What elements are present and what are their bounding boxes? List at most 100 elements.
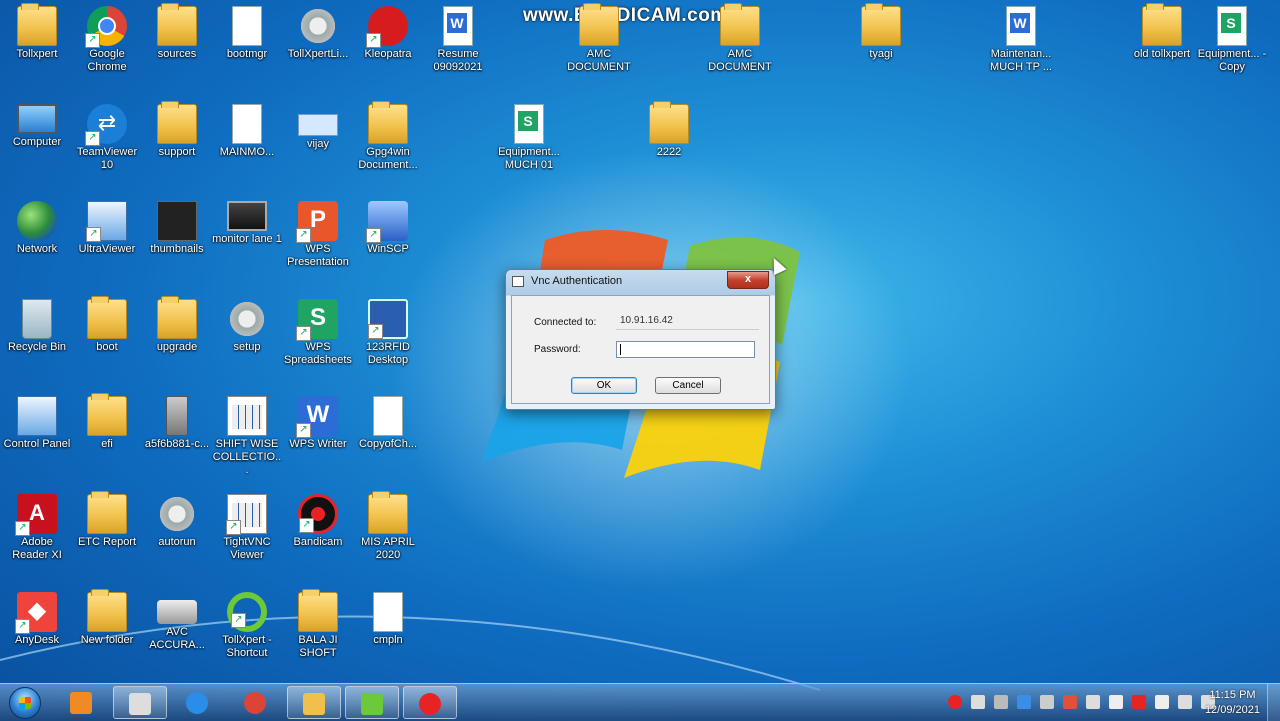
desktop-icon-new-folder[interactable]: New folder	[70, 586, 144, 678]
desktop-icon-upgrade[interactable]: upgrade	[140, 293, 214, 385]
folder-icon	[303, 693, 325, 715]
desktop-icon-label: BALA JI SHOFT	[298, 634, 338, 659]
desktop-icon-google-chrome[interactable]: Google Chrome	[70, 0, 144, 92]
desktop-icon-shift-wise[interactable]: SHIFT WISE COLLECTIO...	[210, 390, 284, 482]
show-desktop-button[interactable]	[1267, 684, 1280, 721]
folder-icon	[861, 3, 901, 46]
desktop-icon-bootmgr[interactable]: bootmgr	[210, 0, 284, 92]
desktop-icon-winscp[interactable]: WinSCP	[351, 195, 425, 287]
network-tray-icon[interactable]	[971, 695, 985, 709]
wps-p-icon	[296, 201, 338, 243]
desktop-icon-label: TollXpert - Shortcut	[222, 634, 272, 659]
tray-app-icon-3[interactable]	[1063, 695, 1077, 709]
doc-icon	[232, 6, 262, 46]
desktop-icon-label: WPS Presentation	[287, 243, 349, 268]
desktop-icon-computer[interactable]: Computer	[0, 98, 74, 190]
bandicam-tray-icon[interactable]	[1132, 695, 1146, 709]
doc-icon	[373, 592, 403, 632]
desktop-icon-copyofch[interactable]: CopyofCh...	[351, 390, 425, 482]
desktop-icon-anydesk[interactable]: AnyDesk	[0, 586, 74, 678]
desktop-icon-tollxpert[interactable]: Tollxpert	[0, 0, 74, 92]
desktop-icon-label: Network	[16, 243, 58, 255]
desktop-icon-label: AMC DOCUMENT	[708, 48, 772, 73]
mini-icon	[298, 114, 338, 136]
close-button[interactable]: x	[727, 271, 769, 289]
desktop-icon-a5f6b881[interactable]: a5f6b881-c...	[140, 390, 214, 482]
taskbar-button-bandicam[interactable]	[403, 686, 457, 719]
desktop-icon-etc-report[interactable]: ETC Report	[70, 488, 144, 580]
taskbar-button-tollxpert[interactable]	[345, 686, 399, 719]
desktop-icon-amc-document-2[interactable]: AMC DOCUMENT	[703, 0, 777, 92]
desktop-icon-label: Adobe Reader XI	[12, 536, 62, 561]
desktop-icon-folder-2222[interactable]: 2222	[632, 98, 706, 190]
monitor-tray-icon[interactable]	[1178, 695, 1192, 709]
docw-icon	[443, 6, 473, 46]
ok-button[interactable]: OK	[571, 377, 637, 394]
desktop-icon-tollxpert-shortcut[interactable]: TollXpert - Shortcut	[210, 586, 284, 678]
desktop-icon-mainmo[interactable]: MAINMO...	[210, 98, 284, 190]
vnc-app-icon	[512, 276, 524, 287]
desktop-icon-tyagi[interactable]: tyagi	[844, 0, 918, 92]
clock[interactable]: 11:15 PM 12/09/2021	[1205, 688, 1260, 718]
desktop-icon-sources[interactable]: sources	[140, 0, 214, 92]
desktop-icon-kleopatra[interactable]: Kleopatra	[351, 0, 425, 92]
desktop-icon-adobe-reader[interactable]: Adobe Reader XI	[0, 488, 74, 580]
desktop-icon-tollxpertli[interactable]: TollXpertLi...	[281, 0, 355, 92]
desktop-icon-equipment-much[interactable]: Equipment... MUCH 01	[492, 98, 566, 190]
desktop-icon-recycle-bin[interactable]: Recycle Bin	[0, 293, 74, 385]
desktop-icon-mis-april[interactable]: MIS APRIL 2020	[351, 488, 425, 580]
anydesk-icon	[15, 592, 57, 634]
desktop-icon-wps-spreadsheets[interactable]: WPS Spreadsheets	[281, 293, 355, 385]
rfid-icon	[368, 299, 408, 339]
taskbar-button-internet-explorer[interactable]	[171, 686, 225, 719]
desktop-icon-bandicam[interactable]: Bandicam	[281, 488, 355, 580]
desktop-icon-wps-writer[interactable]: WPS Writer	[281, 390, 355, 482]
folder-icon	[17, 3, 57, 46]
desktop-icon-rfid-desktop[interactable]: 123RFID Desktop	[351, 293, 425, 385]
desktop-icon-gpg4win[interactable]: Gpg4win Document...	[351, 98, 425, 190]
desktop-icon-label: Google Chrome	[87, 48, 127, 73]
tray-app-icon-5[interactable]	[1109, 695, 1123, 709]
taskbar-button-explorer[interactable]	[287, 686, 341, 719]
taskbar: 11:15 PM 12/09/2021	[0, 683, 1280, 721]
desktop-icon-vijay[interactable]: vijay	[281, 98, 355, 190]
desktop-icon-support[interactable]: support	[140, 98, 214, 190]
taskbar-button-chrome[interactable]	[229, 686, 283, 719]
desktop-icon-label: Control Panel	[3, 438, 71, 450]
start-button[interactable]	[9, 687, 41, 719]
gear-icon	[298, 6, 338, 46]
desktop-icon-maintenance-much[interactable]: Maintenan... MUCH TP ...	[984, 0, 1058, 92]
desktop-icon-efi[interactable]: efi	[70, 390, 144, 482]
desktop-icon-setup[interactable]: setup	[210, 293, 284, 385]
taskbar-button-media-player[interactable]	[55, 686, 109, 719]
desktop-icon-wps-presentation[interactable]: WPS Presentation	[281, 195, 355, 287]
tray-app-icon-4[interactable]	[1086, 695, 1100, 709]
desktop-icon-boot[interactable]: boot	[70, 293, 144, 385]
tray-app-icon-2[interactable]	[1040, 695, 1054, 709]
cancel-button[interactable]: Cancel	[655, 377, 721, 394]
desktop-icon-ultraviewer[interactable]: UltraViewer	[70, 195, 144, 287]
desktop-icon-cmpln[interactable]: cmpln	[351, 586, 425, 678]
desktop-icon-network[interactable]: Network	[0, 195, 74, 287]
desktop-icon-tightvnc-viewer[interactable]: TightVNC Viewer	[210, 488, 284, 580]
desktop-icon-amc-document-1[interactable]: AMC DOCUMENT	[562, 0, 636, 92]
desktop-icon-control-panel[interactable]: Control Panel	[0, 390, 74, 482]
desktop-icon-old-tollxpert[interactable]: old tollxpert	[1125, 0, 1199, 92]
usb-icon[interactable]	[994, 695, 1008, 709]
taskbar-button-calculator[interactable]	[113, 686, 167, 719]
password-input[interactable]	[616, 341, 755, 358]
desktop-icon-resume[interactable]: Resume 09092021	[421, 0, 495, 92]
desktop-icon-autorun[interactable]: autorun	[140, 488, 214, 580]
desktop-icon-monitor-lane[interactable]: monitor lane 1	[210, 195, 284, 287]
desktop-icon-avc-accura[interactable]: AVC ACCURA...	[140, 586, 214, 678]
desktop-icon-equipment-copy[interactable]: Equipment... - Copy	[1195, 0, 1269, 92]
record-icon[interactable]	[948, 695, 962, 709]
clock-time: 11:15 PM	[1209, 689, 1256, 701]
desktop-icon-thumbnails[interactable]: thumbnails	[140, 195, 214, 287]
desktop-icon-balaji-shoft[interactable]: BALA JI SHOFT	[281, 586, 355, 678]
volume-icon[interactable]	[1155, 695, 1169, 709]
dialog-titlebar[interactable]: Vnc Authentication x	[506, 270, 775, 294]
tray-app-icon[interactable]	[1017, 695, 1031, 709]
desktop-icon-teamviewer[interactable]: TeamViewer 10	[70, 98, 144, 190]
desktop-icon-label: thumbnails	[150, 243, 204, 255]
